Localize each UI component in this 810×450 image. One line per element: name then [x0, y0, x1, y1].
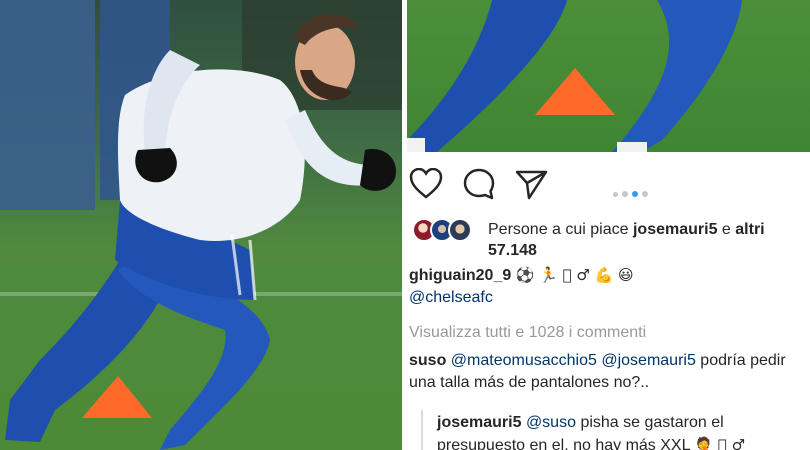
comment-mention[interactable]: @mateomusacchio5	[451, 352, 597, 369]
comment-reply: josemauri5 @suso pisha se gastaron el pr…	[437, 412, 809, 450]
comment-emojis: 🤦 🏼 ♂	[694, 436, 746, 450]
training-cone	[535, 68, 615, 115]
paper-plane-icon[interactable]	[515, 168, 549, 205]
player-legs	[407, 0, 742, 152]
likes-user-link[interactable]: josemauri5	[633, 221, 717, 238]
likes-count[interactable]: 57.148	[488, 241, 537, 261]
likes-prefix: Persone a cui piace	[488, 221, 629, 238]
comment-bubble-icon[interactable]	[462, 168, 496, 205]
instagram-post-panel: Persone a cui piace josemauri5 e altri 5…	[407, 152, 810, 450]
carousel-dot	[622, 191, 628, 197]
reply-indent-line	[421, 410, 423, 450]
action-bar	[407, 164, 810, 204]
comment-username[interactable]: josemauri5	[437, 414, 521, 431]
comment-mention[interactable]: @josemauri5	[601, 352, 696, 369]
comment-username[interactable]: suso	[409, 352, 446, 369]
training-cone	[82, 376, 152, 418]
likes-others-label[interactable]: altri	[735, 221, 764, 238]
carousel-dot	[642, 191, 648, 197]
likes-connector: e	[721, 221, 731, 238]
comment-item: suso @mateomusacchio5 @josemauri5 podría…	[409, 350, 809, 394]
caption-emojis: ⚽ 🏃 🏽 ♂ 💪 😃	[515, 266, 634, 284]
view-all-comments-link[interactable]: Visualizza tutti e 1028 i commenti	[409, 324, 646, 342]
avatar	[448, 218, 472, 242]
likes-text: Persone a cui piace josemauri5 e altri	[488, 220, 765, 240]
liker-avatars	[412, 218, 472, 242]
comment-mention[interactable]: @suso	[526, 414, 576, 431]
caption-username[interactable]: ghiguain20_9	[409, 267, 511, 284]
post-image[interactable]	[407, 0, 810, 152]
player-figure	[5, 13, 396, 450]
post-caption: ghiguain20_9 ⚽ 🏃 🏽 ♂ 💪 😃 @chelseafc	[409, 264, 809, 309]
caption-mention[interactable]: @chelseafc	[409, 289, 493, 306]
carousel-indicator	[613, 190, 648, 198]
training-photo	[0, 0, 402, 450]
heart-icon[interactable]	[409, 167, 443, 205]
carousel-dot	[613, 191, 618, 197]
carousel-dot-active	[632, 191, 638, 197]
